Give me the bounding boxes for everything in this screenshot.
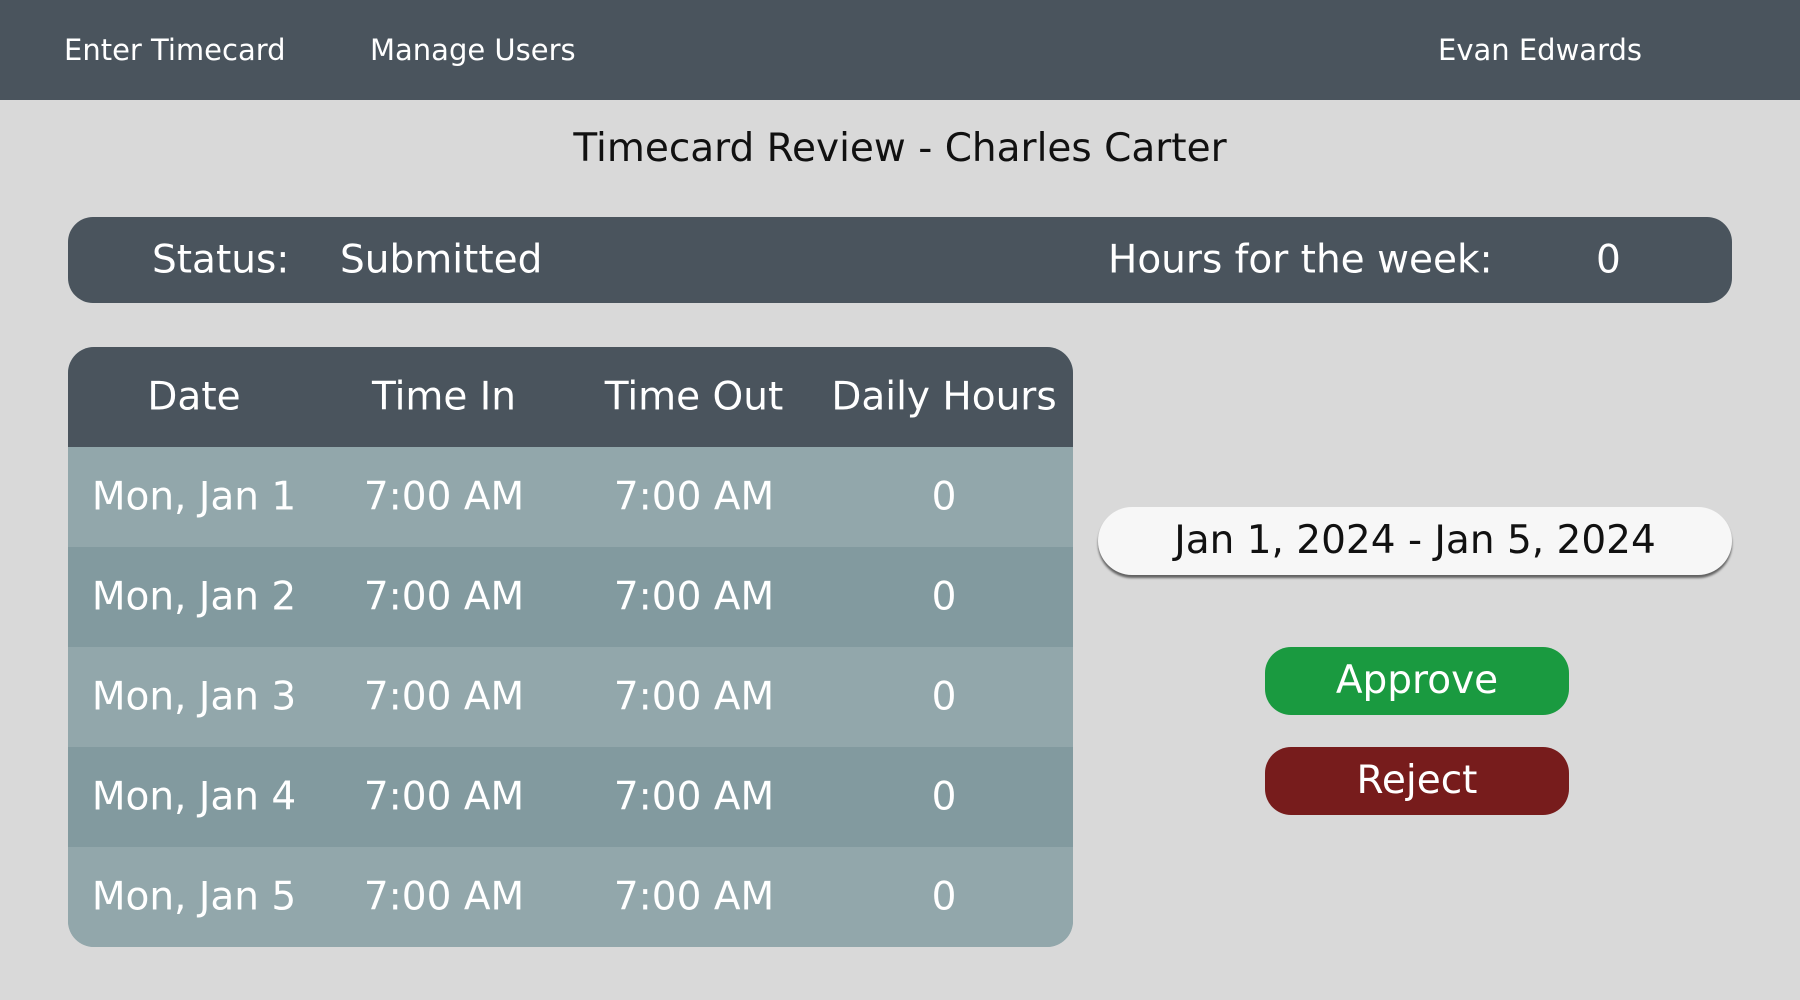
page-title: Timecard Review - Charles Carter [573, 126, 1227, 171]
time-out-cell: 7:00 AM [613, 874, 775, 920]
top-nav-bar: Enter Timecard Manage Users Evan Edwards [0, 0, 1800, 100]
approve-button[interactable]: Approve [1265, 647, 1569, 715]
nav-enter-timecard[interactable]: Enter Timecard [64, 33, 286, 67]
column-header-daily-hours: Daily Hours [831, 374, 1057, 420]
nav-manage-users[interactable]: Manage Users [370, 33, 576, 67]
reject-button[interactable]: Reject [1265, 747, 1569, 815]
date-cell: Mon, Jan 1 [91, 474, 297, 520]
date-cell: Mon, Jan 5 [91, 874, 297, 920]
nav-user-name[interactable]: Evan Edwards [1438, 33, 1642, 67]
status-label: Status: [152, 237, 290, 283]
daily-hours-cell: 0 [931, 474, 957, 520]
time-in-cell: 7:00 AM [363, 474, 525, 520]
time-in-cell: 7:00 AM [363, 874, 525, 920]
timecard-table: Date Time In Time Out Daily Hours Mon, J… [68, 347, 1073, 947]
date-cell: Mon, Jan 2 [91, 574, 297, 620]
date-cell: Mon, Jan 4 [91, 774, 297, 820]
weekly-hours-label: Hours for the week: [1108, 237, 1493, 283]
daily-hours-cell: 0 [931, 774, 957, 820]
column-header-date: Date [147, 374, 241, 420]
table-row: Mon, Jan 5 7:00 AM 7:00 AM 0 [68, 847, 1073, 947]
date-range-selector[interactable]: Jan 1, 2024 - Jan 5, 2024 [1098, 507, 1732, 575]
time-out-cell: 7:00 AM [613, 774, 775, 820]
table-row: Mon, Jan 4 7:00 AM 7:00 AM 0 [68, 747, 1073, 847]
time-out-cell: 7:00 AM [613, 474, 775, 520]
time-in-cell: 7:00 AM [363, 774, 525, 820]
weekly-hours-value: 0 [1596, 237, 1621, 283]
column-header-time-in: Time In [371, 374, 517, 420]
column-header-time-out: Time Out [604, 374, 784, 420]
time-out-cell: 7:00 AM [613, 574, 775, 620]
time-in-cell: 7:00 AM [363, 574, 525, 620]
table-row: Mon, Jan 3 7:00 AM 7:00 AM 0 [68, 647, 1073, 747]
table-row: Mon, Jan 1 7:00 AM 7:00 AM 0 [68, 447, 1073, 547]
time-in-cell: 7:00 AM [363, 674, 525, 720]
status-bar: Status: Submitted Hours for the week: 0 [68, 217, 1732, 303]
daily-hours-cell: 0 [931, 674, 957, 720]
table-row: Mon, Jan 2 7:00 AM 7:00 AM 0 [68, 547, 1073, 647]
table-header: Date Time In Time Out Daily Hours [68, 347, 1073, 447]
time-out-cell: 7:00 AM [613, 674, 775, 720]
date-cell: Mon, Jan 3 [91, 674, 297, 720]
daily-hours-cell: 0 [931, 874, 957, 920]
status-value: Submitted [340, 237, 543, 283]
daily-hours-cell: 0 [931, 574, 957, 620]
